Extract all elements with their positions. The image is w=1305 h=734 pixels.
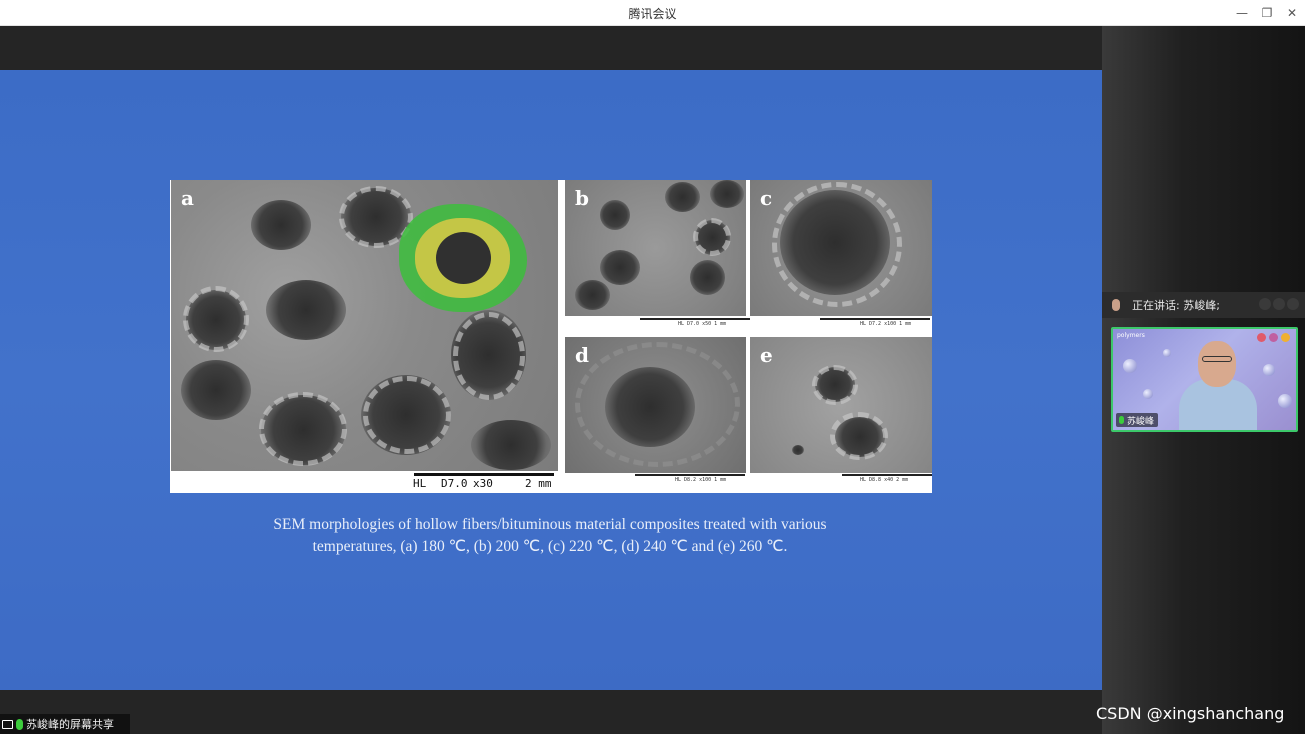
sem-panel-b: b [565,180,746,316]
background-logos: polymers [1117,332,1145,339]
scalebar-d: HL D8.2 x100 1 mm [635,474,745,492]
pore [251,200,311,250]
background-bubble [1163,349,1171,357]
panel-label-b: b [575,186,589,210]
pore-ring [772,182,902,307]
participant-head [1198,341,1236,387]
sem-panel-e: e [750,337,932,473]
pore-ring [812,365,858,405]
window-title: 腾讯会议 [628,7,677,21]
background-bubble [1278,394,1292,408]
tencent-meeting-window: 腾讯会议 — ❐ ✕ a HL D7.0 x30 2 mm b HL D7.0 … [0,0,1305,734]
scalebar-distance: D7.0 [441,477,468,490]
participant-name: 苏峻峰 [1127,416,1155,427]
title-bar: 腾讯会议 — ❐ ✕ [0,0,1305,26]
sem-figure: a HL D7.0 x30 2 mm b HL D7.0 x50 1 mm c … [170,180,932,493]
scalebar-length: 2 mm [525,477,552,490]
pore [181,360,251,420]
restore-icon[interactable]: ❐ [1256,3,1278,23]
scalebar-line [842,474,932,476]
participant-avatars [1259,298,1299,310]
background-bubble [1143,389,1153,399]
pore-ring [259,392,347,466]
pore-ring [830,412,888,460]
pore [600,200,630,230]
scalebar-a: HL D7.0 x30 2 mm [410,471,560,493]
scalebar-line [640,318,750,320]
scalebar-b: HL D7.0 x50 1 mm [640,318,750,336]
pore [605,367,695,447]
sem-panel-c: c [750,180,932,316]
scalebar-line [635,474,745,476]
scalebar-magnification: x30 [473,477,493,490]
scalebar-line [414,473,554,476]
panel-label-d: d [575,343,589,367]
participant-name-tag: 苏峻峰 [1116,413,1159,427]
pore [600,250,640,285]
close-icon[interactable]: ✕ [1281,3,1303,23]
presentation-slide: a HL D7.0 x30 2 mm b HL D7.0 x50 1 mm c … [0,70,1102,690]
pore [665,182,700,212]
caption-line-2: temperatures, (a) 180 ℃, (b) 200 ℃, (c) … [312,538,788,555]
sem-panel-d: d [565,337,746,473]
panel-label-e: e [760,343,773,367]
screen-share-icon [2,719,13,729]
scalebar-e-text: HL D8.8 x40 2 mm [860,477,909,483]
background-bubble [1263,364,1275,376]
sem-panel-a: a [171,180,558,471]
participant-video-tile[interactable]: polymers 苏峻峰 [1111,327,1298,432]
pore [792,445,804,455]
pore [575,280,610,310]
shared-screen-area: a HL D7.0 x30 2 mm b HL D7.0 x50 1 mm c … [0,26,1102,734]
microphone-icon [16,718,23,730]
pore [690,260,725,295]
screen-share-label: 苏峻峰的屏幕共享 [26,718,114,731]
pore-ring [693,218,731,256]
caption-line-1: SEM morphologies of hollow fibers/bitumi… [273,516,827,533]
speaking-text: 正在讲话: 苏峻峰; [1132,299,1220,312]
screen-share-indicator[interactable]: 苏峻峰的屏幕共享 [0,714,130,734]
minimize-icon[interactable]: — [1231,3,1253,23]
figure-caption: SEM morphologies of hollow fibers/bitumi… [200,514,900,558]
pore [471,420,551,470]
panel-label-c: c [760,186,773,210]
scalebar-detector: HL [413,477,427,490]
scalebar-line [820,318,930,320]
highlighted-pore [436,232,491,284]
microphone-icon [1119,416,1124,424]
scalebar-c: HL D7.2 x100 1 mm [820,318,930,336]
video-badges [1257,333,1290,342]
pore-ring [363,376,451,454]
scalebar-d-text: HL D8.2 x100 1 mm [675,477,727,483]
background-bubble [1123,359,1137,373]
speaking-indicator: 正在讲话: 苏峻峰; [1102,292,1305,318]
speaker-avatar-icon [1112,299,1120,311]
scalebar-e: HL D8.8 x40 2 mm [842,474,932,492]
pore-ring [183,286,249,352]
scalebar-b-text: HL D7.0 x50 1 mm [678,321,727,327]
participant-panel: 正在讲话: 苏峻峰; polymers 苏峻峰 [1102,26,1305,734]
participant-glasses [1202,356,1232,362]
scalebar-c-text: HL D7.2 x100 1 mm [860,321,912,327]
pore-ring [453,312,525,400]
csdn-watermark: CSDN @xingshanchang [1096,704,1285,723]
pore [710,180,744,208]
panel-label-a: a [181,186,194,210]
pore [266,280,346,340]
